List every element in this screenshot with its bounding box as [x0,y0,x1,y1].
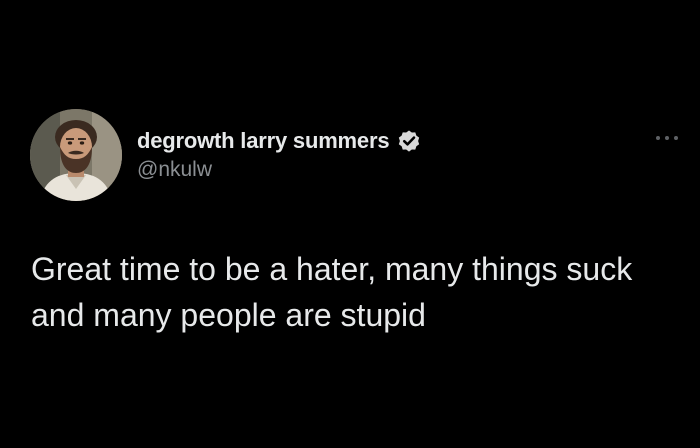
verified-badge-icon [396,128,422,154]
tweet-card: degrowth larry summers @nkulw Great time… [0,0,700,448]
avatar[interactable] [30,109,122,201]
more-options-icon[interactable] [654,130,680,146]
tweet-text: Great time to be a hater, many things su… [31,251,633,333]
author-display-name[interactable]: degrowth larry summers [137,128,390,154]
avatar-photo-icon [30,109,122,201]
author-handle[interactable]: @nkulw [137,158,212,182]
author-name-row: degrowth larry summers [137,126,422,156]
